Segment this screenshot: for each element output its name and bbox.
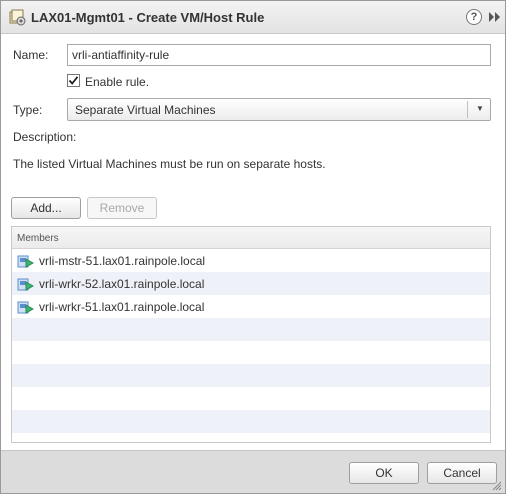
list-item[interactable]: vrli-wrkr-52.lax01.rainpole.local [12,272,490,295]
member-name: vrli-wrkr-52.lax01.rainpole.local [39,277,205,291]
description-text: The listed Virtual Machines must be run … [13,157,326,171]
virtual-machine-icon [17,301,34,314]
list-item[interactable]: vrli-wrkr-51.lax01.rainpole.local [12,295,490,318]
members-list[interactable]: Members vrli-mstr-51.lax01.rainpole.loca… [11,226,491,443]
chevron-down-icon[interactable]: ▼ [476,104,484,113]
member-name: vrli-wrkr-51.lax01.rainpole.local [39,300,205,314]
list-item[interactable]: vrli-mstr-51.lax01.rainpole.local [12,249,490,272]
members-header: Members [12,227,490,249]
member-name: vrli-mstr-51.lax01.rainpole.local [39,254,206,268]
resize-grip-icon[interactable] [492,481,502,491]
empty-row [12,318,490,341]
expand-icon[interactable] [488,11,502,23]
enable-rule-checkbox[interactable] [67,74,80,87]
select-divider [467,101,468,118]
title-bar[interactable]: LAX01-Mgmt01 - Create VM/Host Rule ? [1,1,505,34]
empty-row [12,410,490,433]
enable-rule-label: Enable rule. [85,75,150,89]
empty-row [12,341,490,364]
create-vm-host-rule-dialog: LAX01-Mgmt01 - Create VM/Host Rule ? Nam… [0,0,506,494]
name-field[interactable]: vrli-antiaffinity-rule [67,44,491,66]
type-select[interactable]: Separate Virtual Machines ▼ [67,98,491,121]
empty-row [12,387,490,410]
empty-row [12,364,490,387]
add-button[interactable]: Add... [11,197,81,219]
name-label: Name: [13,48,49,62]
virtual-machine-icon [17,278,34,291]
checkmark-icon [68,76,79,85]
ok-button[interactable]: OK [349,462,419,484]
cancel-button[interactable]: Cancel [427,462,497,484]
type-label: Type: [13,103,43,117]
virtual-machine-icon [17,255,34,268]
type-select-value: Separate Virtual Machines [75,103,216,117]
description-label: Description: [13,130,77,144]
help-icon[interactable]: ? [466,9,482,25]
vm-host-rule-icon [9,9,26,26]
dialog-title: LAX01-Mgmt01 - Create VM/Host Rule [31,10,265,25]
remove-button[interactable]: Remove [87,197,157,219]
